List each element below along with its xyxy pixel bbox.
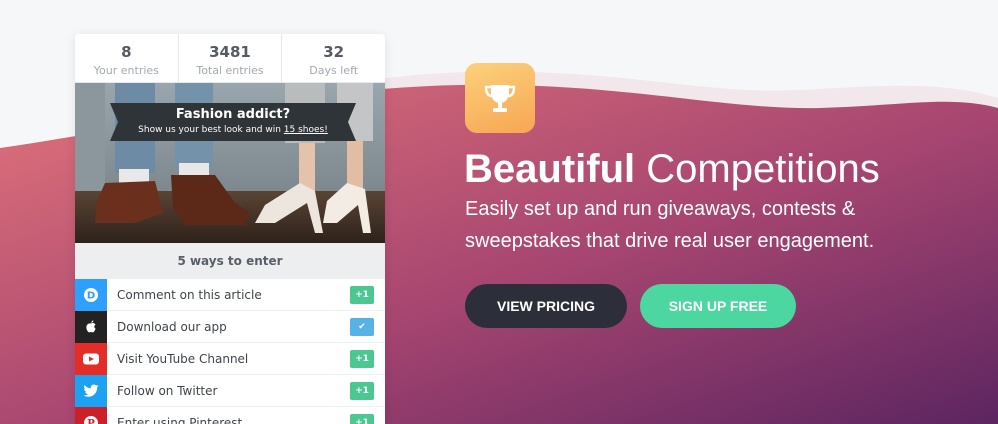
subheadline-line-2: sweepstakes that drive real user engagem… [465,230,875,252]
banner-subtitle-prefix: Show us your best look and win [138,125,284,135]
stat-value: 3481 [209,43,251,61]
entry-badge: +1 [350,413,374,424]
stat-your-entries: 8 Your entries [75,34,179,82]
entry-label: Comment on this article [117,287,262,302]
view-pricing-button[interactable]: VIEW PRICING [465,284,627,328]
entry-option-twitter[interactable]: Follow on Twitter +1 [75,374,385,407]
stat-total-entries: 3481 Total entries [179,34,283,82]
stat-value: 32 [323,43,345,61]
entry-stats: 8 Your entries 3481 Total entries 32 Day… [75,34,385,83]
pinterest-icon: P [75,406,107,424]
competition-banner: Fashion addict? Show us your best look a… [75,83,385,243]
entry-label: Download our app [117,319,227,334]
trophy-icon [465,63,535,133]
entry-completed-badge: ✔ [350,317,374,336]
page-subheadline: Easily set up and run giveaways, contest… [465,193,965,257]
entry-label: Visit YouTube Channel [117,351,249,366]
entry-option-pinterest[interactable]: P Enter using Pinterest +1 [75,406,385,424]
apple-icon [75,310,107,343]
entry-badge: +1 [350,349,374,368]
twitter-icon [75,374,107,407]
banner-text: Fashion addict? Show us your best look a… [110,107,356,137]
svg-text:D: D [87,290,95,301]
entry-option-youtube[interactable]: Visit YouTube Channel +1 [75,342,385,375]
youtube-icon [75,342,107,375]
headline-rest: Competitions [646,147,880,191]
ways-to-enter-header: 5 ways to enter [75,243,385,279]
entry-badge: +1 [350,285,374,304]
stat-label: Total entries [196,64,264,77]
entry-option-comment[interactable]: D Comment on this article +1 [75,278,385,311]
sign-up-free-button[interactable]: SIGN UP FREE [640,284,796,328]
subheadline-line-1: Easily set up and run giveaways, contest… [465,198,856,220]
banner-title: Fashion addict? [175,107,291,122]
entry-option-app[interactable]: Download our app ✔ [75,310,385,343]
banner-prize-link[interactable]: 15 shoes! [284,125,328,135]
entry-label: Enter using Pinterest [117,415,243,424]
banner-subtitle: Show us your best look and win 15 shoes! [110,124,356,137]
stat-label: Days left [309,64,359,77]
page-headline: Beautiful Competitions [464,145,880,193]
competition-widget: 8 Your entries 3481 Total entries 32 Day… [75,34,385,424]
stat-label: Your entries [93,64,159,77]
headline-strong: Beautiful [464,147,636,191]
svg-text:P: P [87,418,95,424]
stat-days-left: 32 Days left [282,34,385,82]
stat-value: 8 [121,43,132,61]
entry-label: Follow on Twitter [117,383,218,398]
disqus-icon: D [75,278,107,311]
entry-badge: +1 [350,381,374,400]
